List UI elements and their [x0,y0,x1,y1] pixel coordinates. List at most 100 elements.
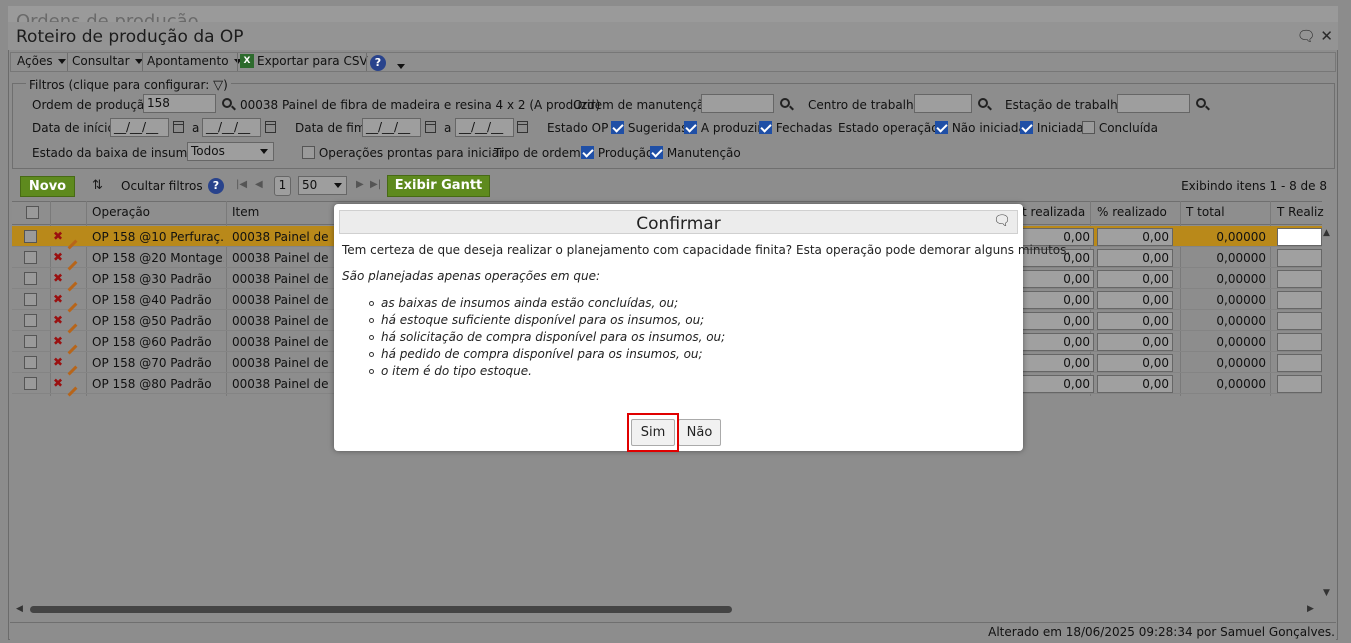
page-number[interactable]: 1 [274,176,291,196]
calendar-icon[interactable] [265,121,276,136]
vertical-scrollbar[interactable] [1322,226,1335,598]
centro-trabalho-input[interactable] [914,94,972,113]
prev-page-icon[interactable]: ◀ [255,179,263,190]
data-fim-from-input[interactable]: __/__/__ [362,118,421,137]
search-icon[interactable] [978,97,988,111]
t-realizada-input[interactable]: 0,00 [1022,354,1094,372]
t-realiz-input[interactable] [1277,270,1322,288]
header-pct-realizado[interactable]: % realizado [1097,205,1167,219]
header-t-total[interactable]: T total [1186,205,1225,219]
operacoes-prontas-checkbox[interactable]: Operações prontas para iniciar [302,146,504,160]
scroll-up-icon[interactable]: ▲ [1323,228,1330,238]
menu-apontamento[interactable]: Apontamento [147,54,242,68]
estacao-trabalho-input[interactable] [1117,94,1190,113]
data-fim-to-input[interactable]: __/__/__ [455,118,514,137]
pct-realizado-input[interactable]: 0,00 [1097,375,1173,393]
data-inicio-to-input[interactable]: __/__/__ [202,118,261,137]
producao-checkbox[interactable]: Produção [581,146,653,160]
fechadas-checkbox[interactable]: Fechadas [759,121,832,135]
row-checkbox[interactable] [24,356,37,370]
pct-realizado-input[interactable]: 0,00 [1097,228,1173,246]
t-realizada-input[interactable]: 0,00 [1022,291,1094,309]
delete-icon[interactable]: ✖ [53,355,63,369]
edit-icon[interactable] [67,382,78,397]
header-t-realiz[interactable]: T Realiz [1277,205,1324,219]
ordem-producao-input[interactable]: 158 [143,94,216,113]
pct-realizado-input[interactable]: 0,00 [1097,291,1173,309]
refresh-icon[interactable]: ⇅ [92,178,103,193]
delete-icon[interactable]: ✖ [53,229,63,243]
horizontal-scroll-thumb[interactable] [30,606,732,613]
filter-icon[interactable]: ▽ [213,78,223,93]
pct-realizado-input[interactable]: 0,00 [1097,249,1173,267]
sugeridas-checkbox[interactable]: Sugeridas [611,121,688,135]
help-button[interactable]: ? [208,178,224,194]
last-page-icon[interactable]: ▶| [370,179,381,190]
row-checkbox[interactable] [24,230,37,244]
header-operacao[interactable]: Operação [92,205,150,219]
search-icon[interactable] [222,97,232,111]
comment-icon[interactable]: 🗨 [993,213,1011,229]
header-t-realizada[interactable]: t realizada [1022,205,1085,219]
t-realizada-input[interactable]: 0,00 [1022,375,1094,393]
delete-icon[interactable]: ✖ [53,250,63,264]
t-realizada-input[interactable]: 0,00 [1022,312,1094,330]
ordem-manutencao-input[interactable] [701,94,774,113]
iniciada-checkbox[interactable]: Iniciada [1020,121,1084,135]
t-realiz-input[interactable] [1277,312,1322,330]
t-realiz-input[interactable] [1277,249,1322,267]
search-icon[interactable] [780,97,790,111]
scroll-left-icon[interactable]: ◀ [16,604,23,614]
filters-legend[interactable]: Filtros (clique para configurar: ▽) [26,78,231,93]
next-page-icon[interactable]: ▶ [356,179,364,190]
estado-baixa-select[interactable]: Todos [187,142,274,161]
menu-consultar[interactable]: Consultar [72,54,143,68]
exibir-gantt-button[interactable]: Exibir Gantt [387,175,490,197]
page-size-select[interactable]: 50 [298,176,347,195]
menu-acoes[interactable]: Ações [17,54,66,68]
help-menu-dropdown[interactable] [395,58,405,72]
help-menu[interactable]: ? [370,55,386,71]
nao-button[interactable]: Não [678,419,721,446]
calendar-icon[interactable] [425,121,436,136]
delete-icon[interactable]: ✖ [53,334,63,348]
t-realiz-input[interactable] [1277,354,1322,372]
t-realiz-input[interactable] [1277,333,1322,351]
row-checkbox[interactable] [24,314,37,328]
row-checkbox[interactable] [24,251,37,265]
header-item[interactable]: Item [232,205,259,219]
delete-icon[interactable]: ✖ [53,271,63,285]
search-icon[interactable] [1196,97,1206,111]
calendar-icon[interactable] [173,121,184,136]
scroll-right-icon[interactable]: ▶ [1307,604,1314,614]
t-realiz-input[interactable] [1277,228,1322,246]
close-icon[interactable]: ✕ [1320,27,1333,45]
row-checkbox[interactable] [24,293,37,307]
pct-realizado-input[interactable]: 0,00 [1097,312,1173,330]
nao-iniciada-checkbox[interactable]: Não iniciada [935,121,1026,135]
pct-realizado-input[interactable]: 0,00 [1097,354,1173,372]
ocultar-filtros-button[interactable]: Ocultar filtros [121,179,203,193]
row-checkbox[interactable] [24,272,37,286]
scroll-down-icon[interactable]: ▼ [1323,588,1330,598]
t-realizada-input[interactable]: 0,00 [1022,333,1094,351]
t-realiz-input[interactable] [1277,375,1322,393]
calendar-icon[interactable] [517,121,528,136]
pct-realizado-input[interactable]: 0,00 [1097,270,1173,288]
select-all-checkbox[interactable] [26,206,39,220]
delete-icon[interactable]: ✖ [53,292,63,306]
comment-icon[interactable]: 🗨 [1297,27,1316,45]
row-checkbox[interactable] [24,377,37,391]
pct-realizado-input[interactable]: 0,00 [1097,333,1173,351]
menu-exportar-csv[interactable]: X Exportar para CSV [240,54,368,68]
a-produzir-checkbox[interactable]: A produzir [684,121,762,135]
t-realiz-input[interactable] [1277,291,1322,309]
delete-icon[interactable]: ✖ [53,376,63,390]
delete-icon[interactable]: ✖ [53,313,63,327]
manutencao-checkbox[interactable]: Manutenção [650,146,741,160]
row-checkbox[interactable] [24,335,37,349]
data-inicio-from-input[interactable]: __/__/__ [110,118,169,137]
novo-button[interactable]: Novo [20,176,75,197]
t-realizada-input[interactable]: 0,00 [1022,270,1094,288]
concluida-checkbox[interactable]: Concluída [1082,121,1158,135]
